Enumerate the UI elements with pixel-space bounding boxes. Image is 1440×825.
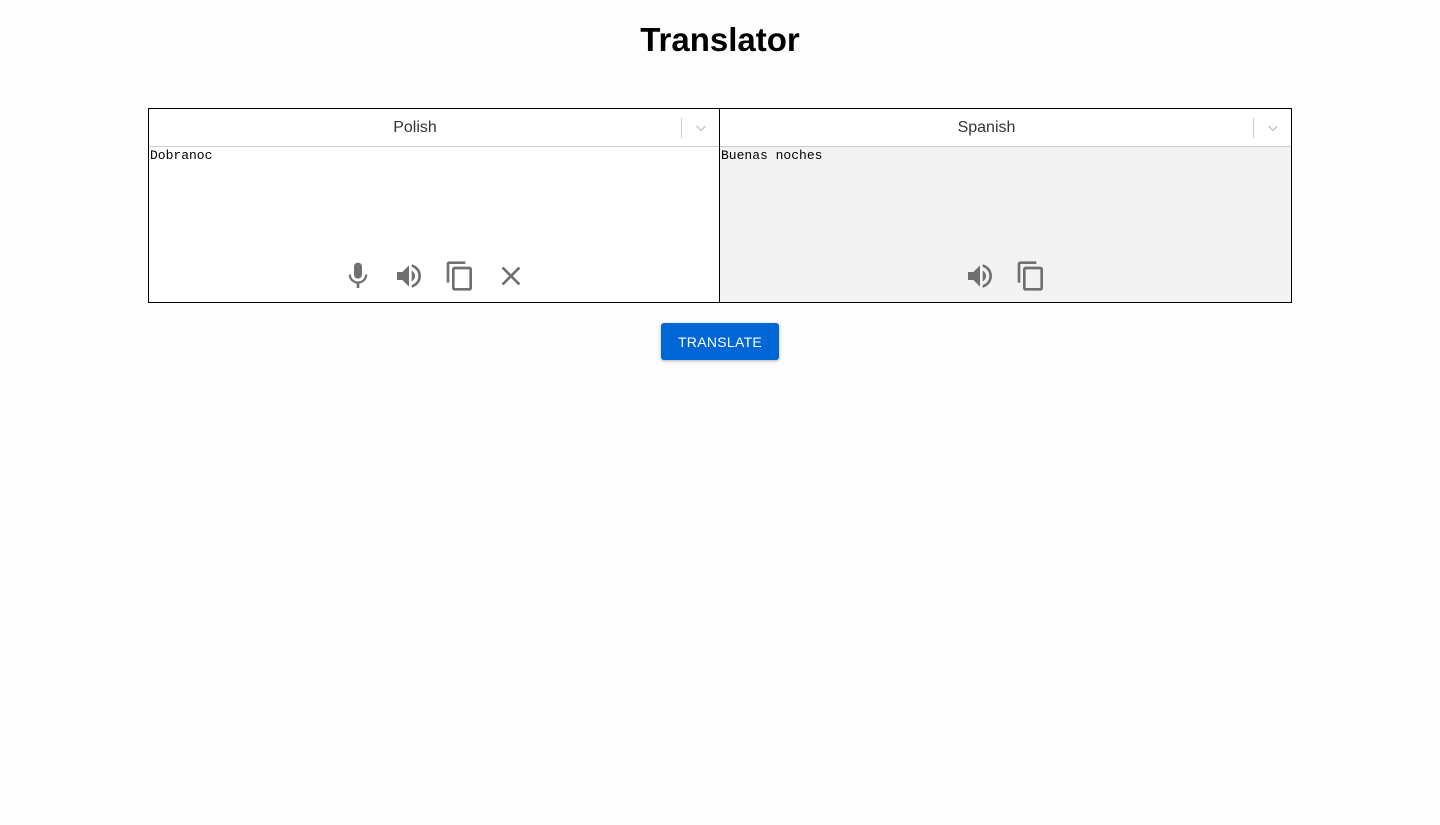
- chevron-down-icon[interactable]: [1265, 120, 1281, 136]
- copy-icon[interactable]: [442, 258, 478, 294]
- close-icon[interactable]: [493, 258, 529, 294]
- microphone-icon[interactable]: [340, 258, 376, 294]
- source-language-value: Polish: [393, 119, 437, 136]
- copy-icon[interactable]: [1013, 258, 1049, 294]
- page-title: Translator: [640, 21, 800, 58]
- source-text-input[interactable]: Dobranoc: [149, 147, 719, 247]
- target-text-output: Buenas noches: [720, 147, 1291, 247]
- select-separator: [1253, 118, 1254, 138]
- target-language-value: Spanish: [957, 119, 1016, 136]
- target-actions: [720, 258, 1291, 294]
- speaker-icon[interactable]: [391, 258, 427, 294]
- source-language-select[interactable]: Polish: [149, 109, 719, 147]
- source-actions: [149, 258, 719, 294]
- translate-button[interactable]: TRANSLATE: [661, 323, 779, 360]
- chevron-down-icon[interactable]: [693, 120, 709, 136]
- translation-panels: Polish Dobranoc Spanish Buenas noches: [148, 108, 1292, 303]
- target-language-select[interactable]: Spanish: [720, 109, 1291, 147]
- select-separator: [681, 118, 682, 138]
- source-panel: Polish Dobranoc: [148, 108, 720, 303]
- speaker-icon[interactable]: [962, 258, 998, 294]
- target-panel: Spanish Buenas noches: [719, 108, 1292, 303]
- translator-page: Translator Polish Dobranoc Spanish Buena…: [0, 0, 1440, 825]
